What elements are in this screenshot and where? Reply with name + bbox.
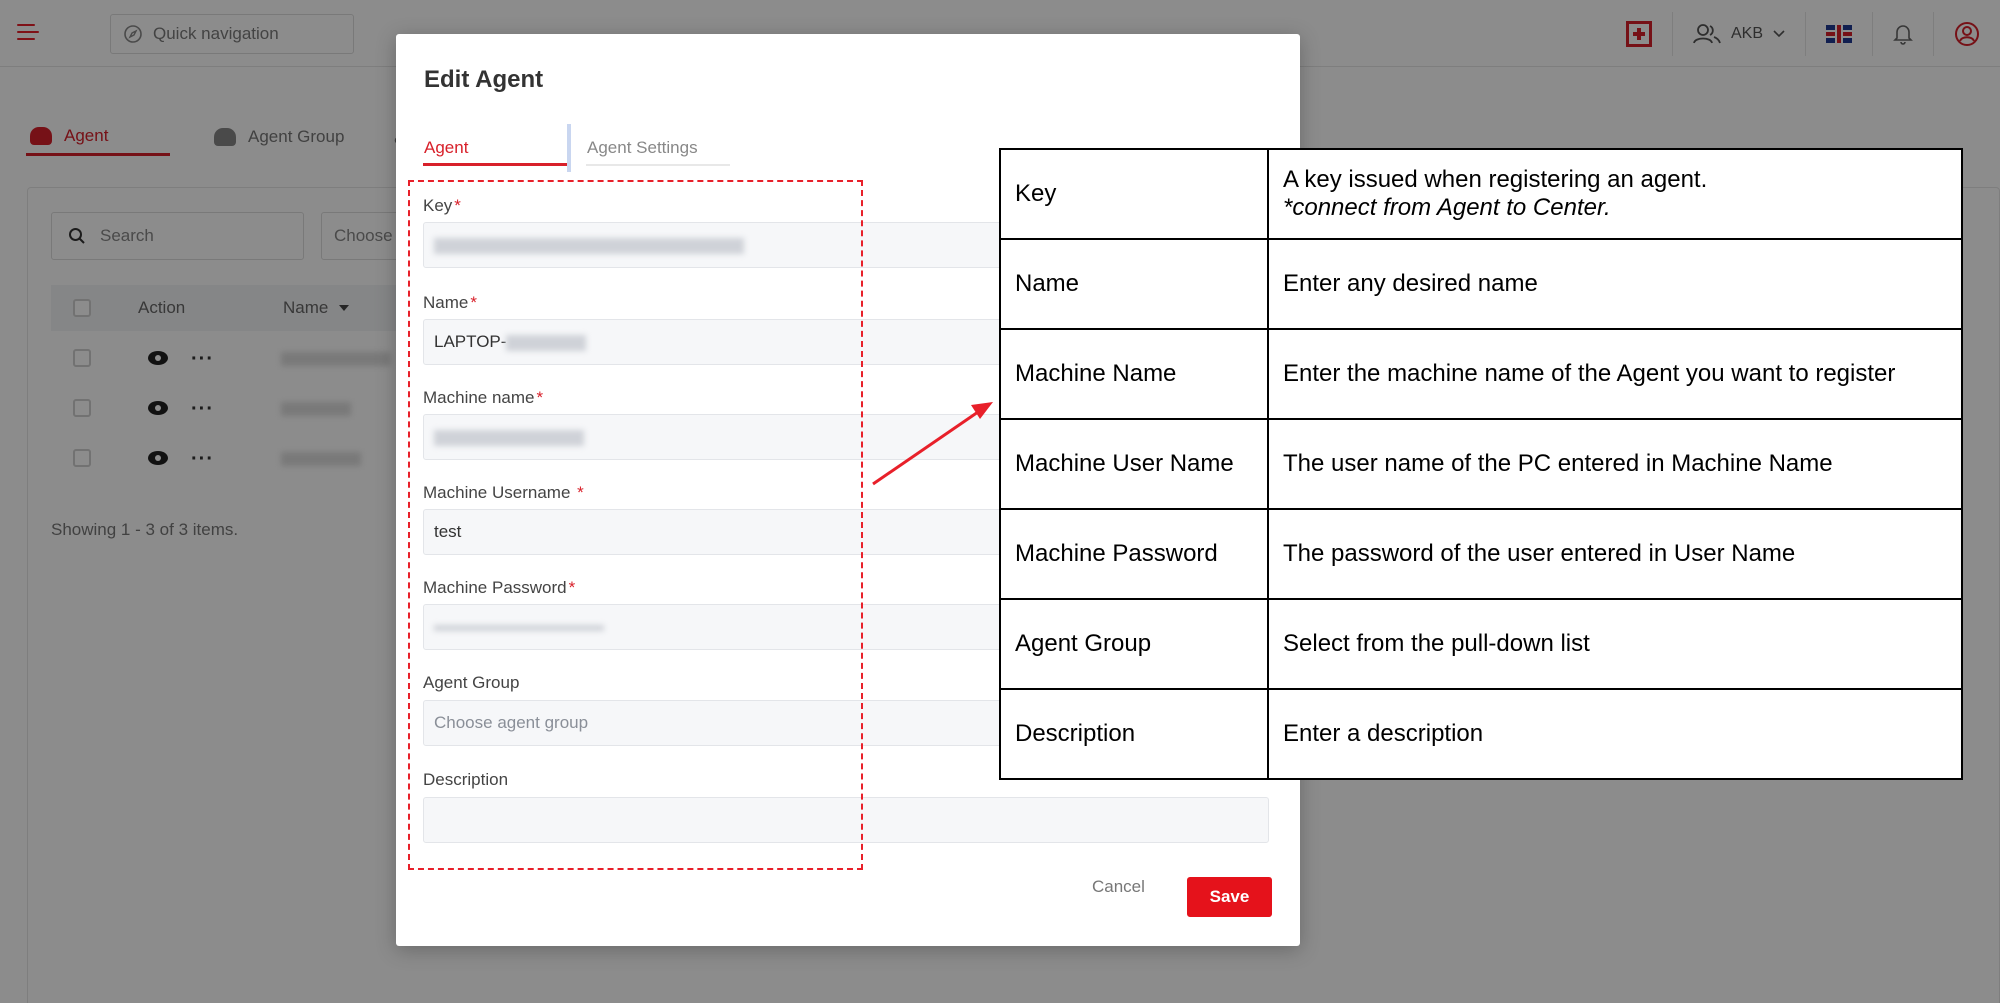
- highlight-box: [408, 180, 863, 870]
- table-row: Name Enter any desired name: [999, 238, 1963, 330]
- table-key-cell: Name: [999, 238, 1269, 330]
- table-desc-cell: The password of the user entered in User…: [1267, 508, 1963, 600]
- table-desc-cell: Enter a description: [1267, 688, 1963, 780]
- tab-divider: [567, 124, 571, 172]
- table-row: Key A key issued when registering an age…: [999, 148, 1963, 240]
- table-desc-cell: Select from the pull-down list: [1267, 598, 1963, 690]
- table-key-cell: Machine Name: [999, 328, 1269, 420]
- table-key-cell: Machine Password: [999, 508, 1269, 600]
- cancel-button[interactable]: Cancel: [1092, 877, 1145, 897]
- table-row: Machine User Name The user name of the P…: [999, 418, 1963, 510]
- table-row: Description Enter a description: [999, 688, 1963, 780]
- save-button[interactable]: Save: [1187, 877, 1272, 917]
- table-row: Machine Password The password of the use…: [999, 508, 1963, 600]
- table-key-cell: Agent Group: [999, 598, 1269, 690]
- dialog-title: Edit Agent: [424, 66, 544, 93]
- table-key-cell: Description: [999, 688, 1269, 780]
- table-key-cell: Key: [999, 148, 1269, 240]
- tab-agent-settings[interactable]: Agent Settings: [586, 130, 730, 166]
- table-row: Machine Name Enter the machine name of t…: [999, 328, 1963, 420]
- field-description-table: Key A key issued when registering an age…: [999, 148, 1963, 780]
- tab-agent[interactable]: Agent: [423, 130, 567, 166]
- table-key-cell: Machine User Name: [999, 418, 1269, 510]
- table-desc-cell: The user name of the PC entered in Machi…: [1267, 418, 1963, 510]
- table-desc-cell: A key issued when registering an agent. *…: [1267, 148, 1963, 240]
- table-desc-cell: Enter the machine name of the Agent you …: [1267, 328, 1963, 420]
- table-row: Agent Group Select from the pull-down li…: [999, 598, 1963, 690]
- table-desc-cell: Enter any desired name: [1267, 238, 1963, 330]
